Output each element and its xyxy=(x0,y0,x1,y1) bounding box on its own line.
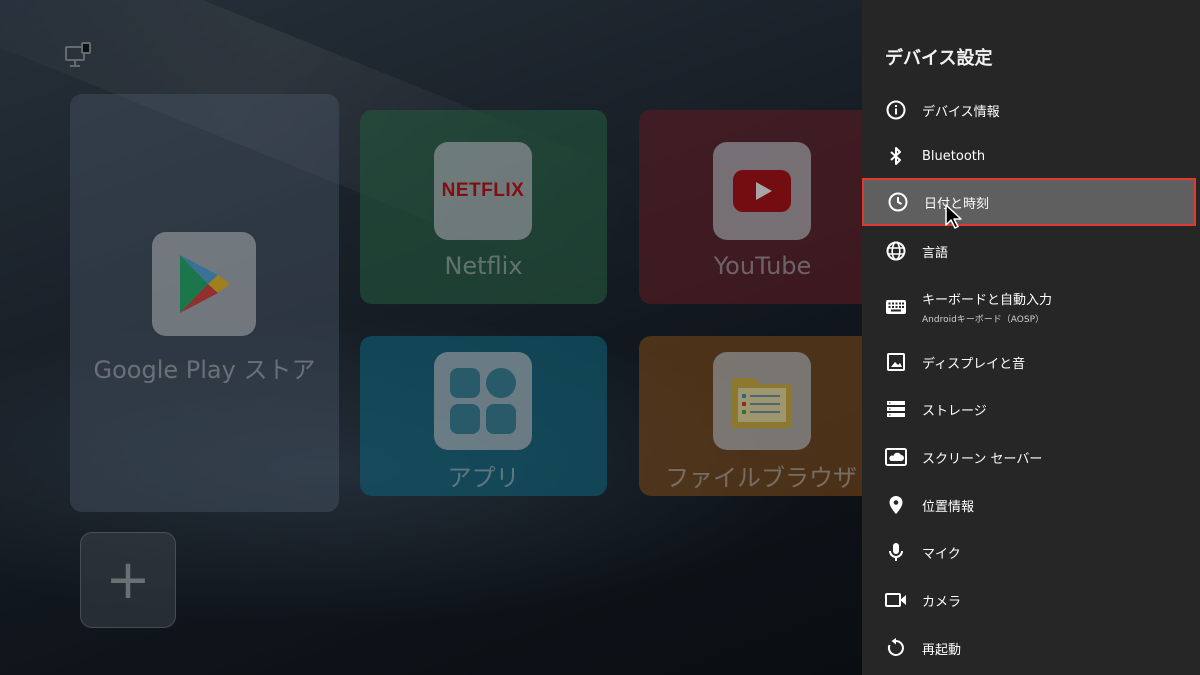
settings-item-device-info[interactable]: デバイス情報 xyxy=(862,87,1200,133)
camera-icon xyxy=(885,589,907,611)
bluetooth-icon xyxy=(885,145,907,167)
mouse-pointer-icon xyxy=(944,203,966,229)
settings-item-language[interactable]: 言語 xyxy=(862,228,1200,274)
panel-title: デバイス設定 xyxy=(885,48,993,69)
restart-icon xyxy=(885,637,907,659)
settings-item-label: 言語 xyxy=(922,245,949,261)
settings-item-bluetooth[interactable]: Bluetooth xyxy=(862,133,1200,179)
globe-icon xyxy=(885,240,907,262)
storage-icon xyxy=(885,398,907,420)
settings-item-label: デバイス情報 xyxy=(922,104,1000,120)
settings-item-label: 位置情報 xyxy=(922,499,975,515)
keyboard-icon xyxy=(885,296,907,318)
settings-item-microphone[interactable]: マイク xyxy=(862,529,1200,575)
settings-item-restart[interactable]: 再起動 xyxy=(862,625,1200,671)
settings-item-label: ディスプレイと音 xyxy=(922,356,1026,372)
settings-item-storage[interactable]: ストレージ xyxy=(862,386,1200,432)
settings-item-keyboard[interactable]: キーボードと自動入力 Androidキーボード（AOSP） xyxy=(862,283,1200,331)
settings-item-screensaver[interactable]: スクリーン セーバー xyxy=(862,434,1200,480)
info-icon xyxy=(885,99,907,121)
settings-item-date-time[interactable]: 日付と時刻 xyxy=(862,178,1196,226)
settings-item-label: スクリーン セーバー xyxy=(922,451,1043,467)
settings-item-label: マイク xyxy=(922,546,961,562)
settings-item-label: Bluetooth xyxy=(922,148,986,164)
screensaver-icon xyxy=(885,446,907,468)
settings-item-label: キーボードと自動入力 xyxy=(922,293,1053,308)
settings-item-label: ストレージ xyxy=(922,403,987,419)
location-pin-icon xyxy=(885,494,907,516)
device-settings-panel: デバイス設定 デバイス情報 Bluetooth 日付と時刻 言語 キーボードと自… xyxy=(862,0,1200,675)
settings-item-location[interactable]: 位置情報 xyxy=(862,482,1200,528)
settings-item-label: カメラ xyxy=(922,594,962,610)
settings-item-sublabel: Androidキーボード（AOSP） xyxy=(922,315,1045,325)
settings-item-camera[interactable]: カメラ xyxy=(862,577,1200,623)
settings-item-label: 再起動 xyxy=(922,642,962,658)
display-image-icon xyxy=(885,351,907,373)
settings-item-display-sound[interactable]: ディスプレイと音 xyxy=(862,339,1200,385)
clock-icon xyxy=(887,191,909,213)
microphone-icon xyxy=(885,541,907,563)
